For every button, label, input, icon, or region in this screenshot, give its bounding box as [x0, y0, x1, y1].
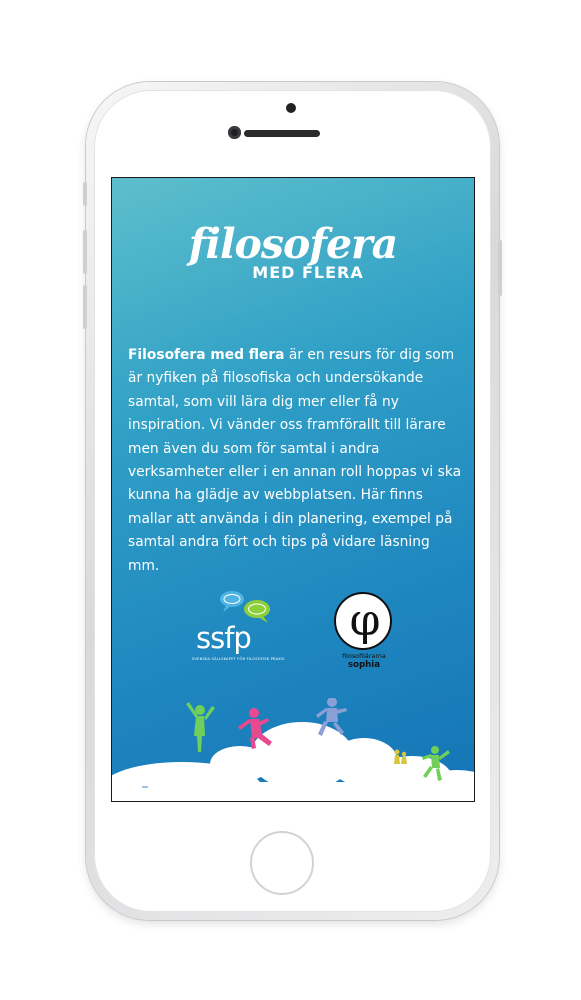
volume-up-button	[83, 230, 87, 274]
clouds-illustration	[112, 698, 474, 801]
power-button	[498, 240, 502, 296]
earpiece-speaker	[244, 130, 320, 137]
phi-icon: φ	[349, 595, 381, 646]
ssfp-logo[interactable]: ssfp SVENSKA SÄLLSKAPET FÖR FILOSOFISK P…	[192, 591, 285, 674]
logo-wordmark: filosofera	[188, 220, 398, 268]
front-camera	[228, 126, 241, 139]
mute-switch	[83, 182, 87, 206]
home-button[interactable]	[250, 831, 314, 895]
app-logo[interactable]: filosofera MED FLERA	[112, 222, 474, 282]
figure-pink-icon	[238, 708, 272, 749]
intro-paragraph: Filosofera med flera är en resurs för di…	[128, 344, 464, 578]
ssfp-wordmark: ssfp	[196, 621, 252, 655]
proximity-sensor	[286, 103, 296, 113]
volume-down-button	[83, 285, 87, 329]
intro-text: är en resurs för dig som är nyfiken på f…	[128, 347, 462, 574]
intro-lead: Filosofera med flera	[128, 347, 285, 363]
ssfp-tagline: SVENSKA SÄLLSKAPET FÖR FILOSOFISK PRAXIS	[192, 657, 285, 661]
cloud-mark-icon	[142, 786, 148, 788]
figure-green-icon	[186, 702, 215, 752]
sophia-wordmark: filosofilärarna sophia	[332, 652, 396, 670]
sophia-badge: φ	[334, 592, 392, 650]
sophia-logo[interactable]: φ filosofilärarna sophia	[332, 592, 396, 672]
logo-subtitle: MED FLERA	[252, 263, 364, 282]
app-screen: filosofera MED FLERA Filosofera med fler…	[111, 177, 475, 802]
sophia-line2: sophia	[347, 660, 381, 670]
